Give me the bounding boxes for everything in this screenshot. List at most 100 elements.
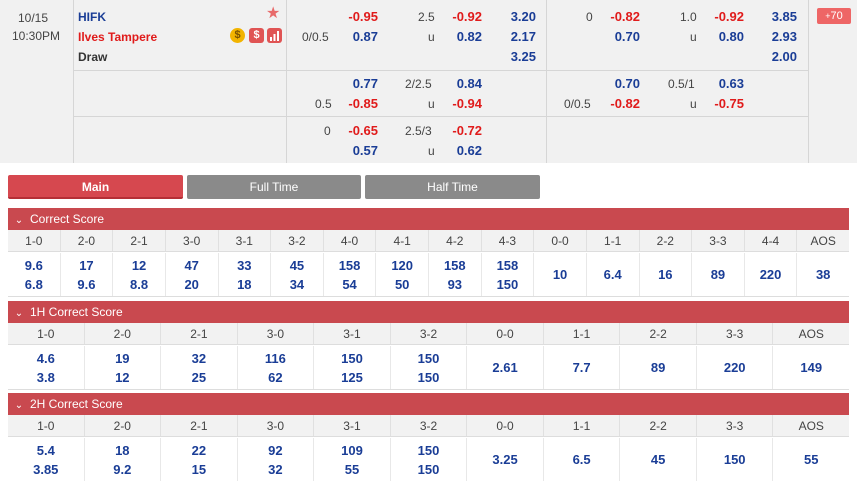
score-odds-cell[interactable]: 109 55 [313,438,390,481]
score-odds-cell[interactable]: 6.4 [585,253,639,296]
score-odds-value[interactable]: 158 [339,256,361,275]
score-odds-cell[interactable]: 150 150 [389,346,467,389]
score-odds-cell[interactable]: 16 [638,253,692,296]
score-odds-value[interactable]: 3.25 [492,450,517,469]
score-odds-value[interactable]: 89 [651,358,665,377]
score-odds-cell[interactable]: 55 [772,438,849,481]
ht-hdp-odds[interactable]: 0.70 [596,76,640,92]
ft-hdp-odds[interactable]: -0.85 [334,96,378,112]
chart-icon[interactable] [267,28,282,43]
score-odds-value[interactable]: 220 [724,358,746,377]
ht-1x2-away[interactable]: 2.93 [753,29,797,45]
score-odds-value[interactable]: 25 [192,368,206,387]
score-odds-cell[interactable]: 220 [695,346,773,389]
score-odds-value[interactable]: 8.8 [130,275,148,294]
score-odds-cell[interactable]: 9.6 6.8 [8,253,60,296]
score-odds-cell[interactable]: 3.25 [466,438,543,481]
score-odds-cell[interactable]: 4.6 3.8 [8,346,84,389]
score-odds-cell[interactable]: 33 18 [217,253,271,296]
ht-ou-odds[interactable]: 0.63 [700,76,744,92]
score-odds-cell[interactable]: 12 8.8 [112,253,165,296]
score-odds-cell[interactable]: 89 [691,253,744,296]
score-odds-value[interactable]: 17 [79,256,93,275]
score-odds-cell[interactable]: 10 [533,253,586,296]
score-odds-value[interactable]: 150 [341,349,363,368]
score-odds-cell[interactable]: 17 9.6 [59,253,113,296]
score-odds-cell[interactable]: 7.7 [542,346,620,389]
score-odds-value[interactable]: 6.8 [25,275,43,294]
score-odds-cell[interactable]: 6.5 [542,438,620,481]
score-odds-cell[interactable]: 18 9.2 [83,438,161,481]
away-team[interactable]: Ilves Tampere [78,29,157,45]
ft-ou-odds[interactable]: -0.72 [438,123,482,139]
ft-ou-odds[interactable]: 0.82 [438,29,482,45]
score-odds-cell[interactable]: 158 93 [428,253,481,296]
score-odds-value[interactable]: 32 [192,349,206,368]
score-odds-value[interactable]: 5.4 [37,441,55,460]
score-odds-value[interactable]: 9.6 [25,256,43,275]
score-odds-value[interactable]: 55 [804,450,818,469]
score-odds-value[interactable]: 4.6 [37,349,55,368]
coin-icon[interactable]: $ [230,28,245,43]
score-odds-value[interactable]: 6.4 [604,265,622,284]
score-odds-value[interactable]: 158 [497,256,519,275]
score-odds-value[interactable]: 109 [341,441,363,460]
score-odds-cell[interactable]: 116 62 [236,346,314,389]
score-odds-value[interactable]: 34 [290,275,304,294]
dollar-icon[interactable]: $ [249,28,264,43]
ft-hdp-odds[interactable]: -0.95 [334,9,378,25]
score-odds-value[interactable]: 149 [800,358,822,377]
score-odds-value[interactable]: 3.85 [33,460,58,479]
score-odds-cell[interactable]: 89 [619,346,696,389]
score-odds-value[interactable]: 6.5 [573,450,591,469]
ft-ou-odds[interactable]: -0.92 [438,9,482,25]
ft-hdp-odds[interactable]: 0.57 [334,143,378,159]
score-odds-value[interactable]: 10 [553,265,567,284]
score-odds-value[interactable]: 45 [290,256,304,275]
score-odds-value[interactable]: 93 [448,275,462,294]
score-odds-value[interactable]: 3.8 [37,368,55,387]
score-odds-cell[interactable]: 92 32 [236,438,314,481]
ht-ou-odds[interactable]: 0.80 [700,29,744,45]
score-odds-value[interactable]: 15 [192,460,206,479]
section-header[interactable]: ⌄ Correct Score [8,208,849,230]
score-odds-cell[interactable]: 158 54 [322,253,376,296]
score-odds-value[interactable]: 120 [391,256,413,275]
ht-hdp-odds[interactable]: 0.70 [596,29,640,45]
score-odds-value[interactable]: 9.6 [77,275,95,294]
score-odds-value[interactable]: 12 [115,368,129,387]
section-header[interactable]: ⌄ 2H Correct Score [8,393,849,415]
ft-ou-odds[interactable]: 0.62 [438,143,482,159]
ht-hdp-odds[interactable]: -0.82 [596,96,640,112]
score-odds-value[interactable]: 150 [418,368,440,387]
ft-hdp-odds[interactable]: 0.77 [334,76,378,92]
score-odds-value[interactable]: 19 [115,349,129,368]
ht-1x2-home[interactable]: 3.85 [753,9,797,25]
score-odds-value[interactable]: 20 [184,275,198,294]
score-odds-value[interactable]: 18 [115,441,129,460]
score-odds-value[interactable]: 33 [237,256,251,275]
score-odds-value[interactable]: 158 [444,256,466,275]
ft-ou-odds[interactable]: 0.84 [438,76,482,92]
score-odds-cell[interactable]: 150 150 [389,438,467,481]
ht-1x2-draw[interactable]: 2.00 [753,49,797,65]
score-odds-cell[interactable]: 19 12 [83,346,161,389]
score-odds-cell[interactable]: 149 [772,346,849,389]
home-team[interactable]: HIFK [78,9,106,25]
score-odds-cell[interactable]: 32 25 [160,346,237,389]
more-bets-badge[interactable]: +70 [817,8,851,24]
score-odds-value[interactable]: 2.61 [492,358,517,377]
ft-hdp-odds[interactable]: 0.87 [334,29,378,45]
score-odds-cell[interactable]: 22 15 [160,438,237,481]
score-odds-value[interactable]: 38 [816,265,830,284]
score-odds-value[interactable]: 16 [658,265,672,284]
score-odds-cell[interactable]: 45 [619,438,696,481]
score-odds-cell[interactable]: 45 34 [270,253,323,296]
tab-full-time[interactable]: Full Time [187,175,361,199]
star-icon[interactable]: ★ [266,6,280,22]
score-odds-cell[interactable]: 38 [796,253,849,296]
score-odds-value[interactable]: 50 [395,275,409,294]
ht-hdp-odds[interactable]: -0.82 [596,9,640,25]
ft-1x2-home[interactable]: 3.20 [492,9,536,25]
score-odds-cell[interactable]: 47 20 [164,253,218,296]
